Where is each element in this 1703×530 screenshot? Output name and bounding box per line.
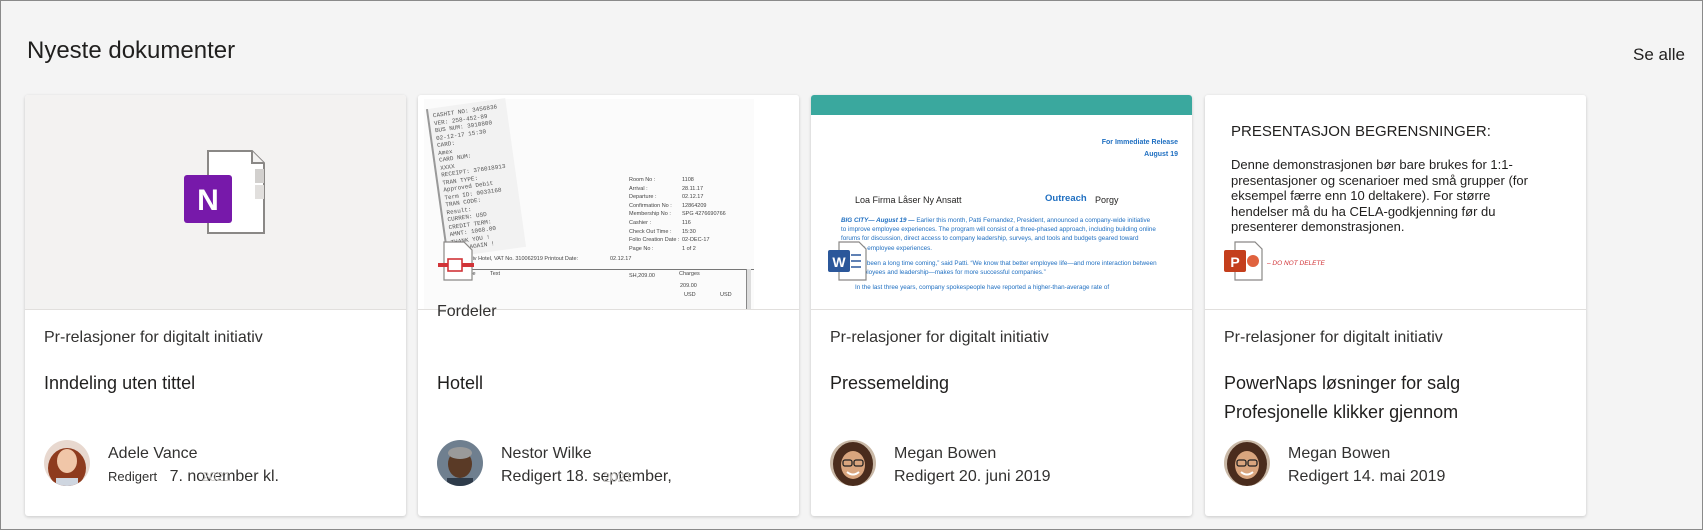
svg-text:W: W	[832, 254, 846, 270]
receipt-slip: CASHIT NO: 3456836 VER: 258-452-89 BUS NUM…	[425, 98, 527, 258]
amount: SH,209.00	[629, 273, 655, 279]
folio-label: Arrival :	[629, 185, 648, 192]
avatar	[437, 440, 483, 486]
document-thumbnail: CASHIT NO: 3456836 VER: 258-452-89 BUS NUM…	[418, 95, 799, 310]
document-thumbnail: PRESENTASJON BEGRENSNINGER: Denne demons…	[1205, 95, 1586, 310]
headline-left: Loa Firma Låser Ny Ansatt	[855, 195, 962, 205]
author-name: Megan Bowen	[894, 445, 997, 462]
author-name: Adele Vance	[108, 445, 198, 462]
folio-value: 1 of 2	[682, 245, 696, 252]
folio-label: Room No :	[629, 177, 656, 183]
scan-edge	[746, 269, 751, 309]
folio-label: Confirmation No :	[629, 202, 672, 209]
faded-year: 2021	[603, 470, 632, 485]
word-icon: W	[827, 241, 867, 281]
pdf-icon	[438, 241, 474, 281]
svg-text:P: P	[1230, 254, 1239, 270]
document-name[interactable]: PowerNaps løsninger for salg Profesjonel…	[1224, 369, 1574, 427]
paragraph-3: In the last three years, company spokesp…	[855, 284, 1110, 292]
folio-value: 02.12.17	[682, 194, 704, 201]
edited-info: Redigert 14. mai 2019	[1288, 468, 1446, 485]
printout-date: 02.12.17	[610, 256, 632, 262]
folio-value: 02-DEC-17	[682, 237, 710, 244]
folio-label: Membership No :	[629, 211, 671, 218]
folio-value: 15:30	[682, 228, 696, 235]
edited-info: Redigert 7. november kl.	[108, 468, 279, 486]
teal-banner	[811, 95, 1192, 115]
folio-value: 12864209	[682, 202, 707, 209]
currency-2: USD	[720, 292, 732, 298]
svg-text:N: N	[197, 184, 219, 217]
slide-body: Denne demonstrasjonen bør bare brukes fo…	[1231, 157, 1528, 234]
release-header: For Immediate Release August 19	[1102, 137, 1178, 161]
headline-mid: Outreach	[1045, 193, 1087, 204]
folio-value: 116	[682, 220, 691, 226]
edited-prefix: Redigert	[108, 469, 158, 484]
document-location: Fordeler	[437, 303, 497, 320]
text-header: Text	[490, 271, 501, 277]
recent-documents-panel: Nyeste dokumenter Se alle N Pr-relasjone…	[0, 0, 1703, 530]
folio-label: Departure :	[629, 194, 657, 201]
document-location: Pr-relasjoner for digitalt initiativ	[830, 329, 1049, 346]
hotel-line: Tel Aviv Hotel, VAT No. 310062919 Printo…	[458, 256, 579, 262]
document-card-4[interactable]: PRESENTASJON BEGRENSNINGER: Denne demons…	[1205, 95, 1586, 516]
press-body: BIG CITY— August 19 — Earlier this month…	[841, 216, 1157, 292]
receipt-lines: CASHIT NO: 3456836 VER: 258-452-89 BUS NUM…	[428, 98, 506, 253]
folio-value: 1108	[682, 177, 694, 183]
document-name[interactable]: Hotell	[437, 369, 787, 398]
document-name-line-2: Profesjonelle klikker gjennom	[1224, 402, 1459, 422]
document-card-3[interactable]: For Immediate Release August 19 Loa Firm…	[811, 95, 1192, 516]
document-card-1[interactable]: N Pr-relasjoner for digitalt initiativ I…	[25, 95, 406, 516]
table-rule	[454, 269, 754, 270]
folio-value: SPG 4276690766	[682, 211, 726, 218]
edited-info: Redigert 20. juni 2019	[894, 468, 1051, 485]
document-location: Pr-relasjoner for digitalt initiativ	[1224, 329, 1443, 346]
slide-heading-right: BEGRENSNINGER:	[1355, 123, 1491, 140]
charges-label: Charges	[679, 271, 700, 277]
author-name: Nestor Wilke	[501, 445, 592, 462]
folio-label: Page No :	[629, 245, 654, 252]
powerpoint-icon: P	[1223, 241, 1263, 281]
charges-value: 209.00	[680, 283, 697, 289]
onenote-icon: N	[182, 147, 272, 237]
release-date: August 19	[1144, 151, 1178, 158]
see-all-link[interactable]: Se alle	[1633, 45, 1685, 65]
release-label: For Immediate Release	[1101, 139, 1178, 146]
avatar	[830, 440, 876, 486]
folio-label: Check Out Time :	[629, 228, 672, 235]
document-card-2[interactable]: CASHIT NO: 3456836 VER: 258-452-89 BUS NUM…	[418, 95, 799, 516]
paragraph-2: has been a long time coming,” said Patti…	[855, 259, 1157, 277]
document-location: Pr-relasjoner for digitalt initiativ	[44, 329, 263, 346]
document-thumbnail: For Immediate Release August 19 Loa Firm…	[811, 95, 1192, 310]
currency-1: USD	[684, 292, 696, 298]
faded-year: 2021	[202, 469, 231, 484]
do-not-delete-note: – DO NOT DELETE	[1267, 260, 1325, 267]
author-name: Megan Bowen	[1288, 445, 1391, 462]
paragraph-1: BIG CITY— August 19 — Earlier this month…	[841, 216, 1157, 253]
headline-right: Porgy	[1095, 195, 1119, 205]
slide-heading-left: PRESENTASJON	[1231, 123, 1351, 140]
folio-label: Folio Creation Date :	[629, 237, 680, 244]
section-title: Nyeste dokumenter	[27, 37, 236, 64]
document-name-line-1: PowerNaps løsninger for salg	[1224, 373, 1461, 393]
avatar	[44, 440, 90, 486]
folio-label: Cashier :	[629, 220, 652, 226]
document-name[interactable]: Pressemelding	[830, 369, 1180, 398]
paragraph-1-lead: BIG CITY— August 19 —	[841, 217, 915, 224]
document-thumbnail: N	[25, 95, 406, 310]
edited-info: Redigert 18. september,	[501, 468, 672, 485]
folio-value: 28.11.17	[682, 185, 704, 192]
avatar	[1224, 440, 1270, 486]
document-name[interactable]: Inndeling uten tittel	[44, 369, 394, 398]
